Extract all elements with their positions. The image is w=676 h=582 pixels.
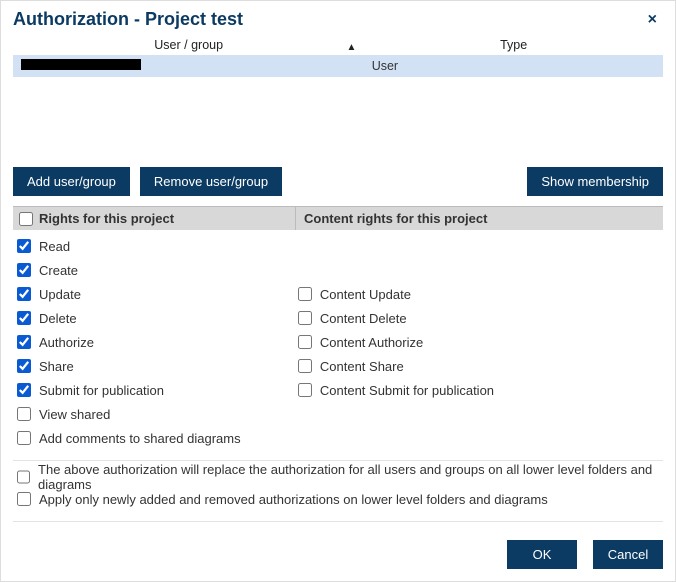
right-view-shared[interactable]: View shared <box>17 406 298 422</box>
rights-grid: Read Create Update Delete Authorize Shar… <box>13 238 663 446</box>
right-view-shared-label: View shared <box>39 407 110 422</box>
right-share-checkbox[interactable] <box>17 359 31 373</box>
col-header-user-label: User / group <box>154 38 223 52</box>
user-grid-header: User / group ▲ Type <box>13 36 663 55</box>
right-update[interactable]: Update <box>17 286 298 302</box>
remove-user-button[interactable]: Remove user/group <box>140 167 282 196</box>
right-add-comments[interactable]: Add comments to shared diagrams <box>17 430 298 446</box>
content-right-update-label: Content Update <box>320 287 411 302</box>
content-right-authorize-checkbox[interactable] <box>298 335 312 349</box>
right-submit[interactable]: Submit for publication <box>17 382 298 398</box>
rights-section-headers: Rights for this project Content rights f… <box>13 206 663 230</box>
right-share-label: Share <box>39 359 74 374</box>
content-right-delete-label: Content Delete <box>320 311 407 326</box>
content-rights-header: Content rights for this project <box>296 207 663 230</box>
right-create[interactable]: Create <box>17 262 298 278</box>
content-right-share-checkbox[interactable] <box>298 359 312 373</box>
content-spacer <box>298 262 663 278</box>
content-right-submit-checkbox[interactable] <box>298 383 312 397</box>
content-right-delete[interactable]: Content Delete <box>298 310 663 326</box>
content-spacer <box>298 238 663 254</box>
right-read-label: Read <box>39 239 70 254</box>
right-authorize[interactable]: Authorize <box>17 334 298 350</box>
right-create-checkbox[interactable] <box>17 263 31 277</box>
right-submit-checkbox[interactable] <box>17 383 31 397</box>
right-authorize-label: Authorize <box>39 335 94 350</box>
right-authorize-checkbox[interactable] <box>17 335 31 349</box>
right-delete[interactable]: Delete <box>17 310 298 326</box>
right-share[interactable]: Share <box>17 358 298 374</box>
show-membership-button[interactable]: Show membership <box>527 167 663 196</box>
rights-master-checkbox[interactable] <box>19 212 33 226</box>
divider <box>13 460 663 461</box>
cell-user <box>13 59 364 73</box>
option-replace-all[interactable]: The above authorization will replace the… <box>17 469 663 485</box>
dialog-title: Authorization - Project test <box>13 9 243 30</box>
content-right-share[interactable]: Content Share <box>298 358 663 374</box>
content-right-delete-checkbox[interactable] <box>298 311 312 325</box>
rights-header: Rights for this project <box>13 207 296 230</box>
close-icon[interactable]: × <box>642 11 663 29</box>
right-create-label: Create <box>39 263 78 278</box>
content-rights-column: Content Update Content Delete Content Au… <box>298 238 663 446</box>
content-right-authorize-label: Content Authorize <box>320 335 423 350</box>
add-user-button[interactable]: Add user/group <box>13 167 130 196</box>
col-header-user[interactable]: User / group ▲ <box>13 38 364 52</box>
right-update-label: Update <box>39 287 81 302</box>
option-replace-all-label: The above authorization will replace the… <box>38 462 663 492</box>
right-read-checkbox[interactable] <box>17 239 31 253</box>
col-header-type[interactable]: Type <box>364 38 663 52</box>
right-add-comments-checkbox[interactable] <box>17 431 31 445</box>
content-right-share-label: Content Share <box>320 359 404 374</box>
rights-header-label: Rights for this project <box>39 211 174 226</box>
right-submit-label: Submit for publication <box>39 383 164 398</box>
redacted-user-name <box>21 59 141 70</box>
right-add-comments-label: Add comments to shared diagrams <box>39 431 241 446</box>
col-header-type-label: Type <box>500 38 527 52</box>
content-rights-header-label: Content rights for this project <box>304 211 487 226</box>
cell-type: User <box>364 59 663 73</box>
dialog-header: Authorization - Project test × <box>13 9 663 30</box>
right-view-shared-checkbox[interactable] <box>17 407 31 421</box>
option-replace-all-checkbox[interactable] <box>17 470 30 484</box>
content-right-submit[interactable]: Content Submit for publication <box>298 382 663 398</box>
authorization-dialog: Authorization - Project test × User / gr… <box>0 0 676 582</box>
option-apply-new[interactable]: Apply only newly added and removed autho… <box>17 491 663 507</box>
user-actions-row: Add user/group Remove user/group Show me… <box>13 167 663 196</box>
sort-icon: ▲ <box>346 42 356 53</box>
dialog-footer: OK Cancel <box>13 530 663 569</box>
right-delete-label: Delete <box>39 311 77 326</box>
option-apply-new-label: Apply only newly added and removed autho… <box>39 492 548 507</box>
right-update-checkbox[interactable] <box>17 287 31 301</box>
divider <box>13 521 663 522</box>
content-right-update-checkbox[interactable] <box>298 287 312 301</box>
user-grid-body: User <box>13 55 663 161</box>
apply-options: The above authorization will replace the… <box>13 469 663 507</box>
content-right-update[interactable]: Content Update <box>298 286 663 302</box>
content-right-submit-label: Content Submit for publication <box>320 383 494 398</box>
content-right-authorize[interactable]: Content Authorize <box>298 334 663 350</box>
right-delete-checkbox[interactable] <box>17 311 31 325</box>
cancel-button[interactable]: Cancel <box>593 540 663 569</box>
rights-column: Read Create Update Delete Authorize Shar… <box>13 238 298 446</box>
right-read[interactable]: Read <box>17 238 298 254</box>
ok-button[interactable]: OK <box>507 540 577 569</box>
table-row[interactable]: User <box>13 55 663 77</box>
option-apply-new-checkbox[interactable] <box>17 492 31 506</box>
